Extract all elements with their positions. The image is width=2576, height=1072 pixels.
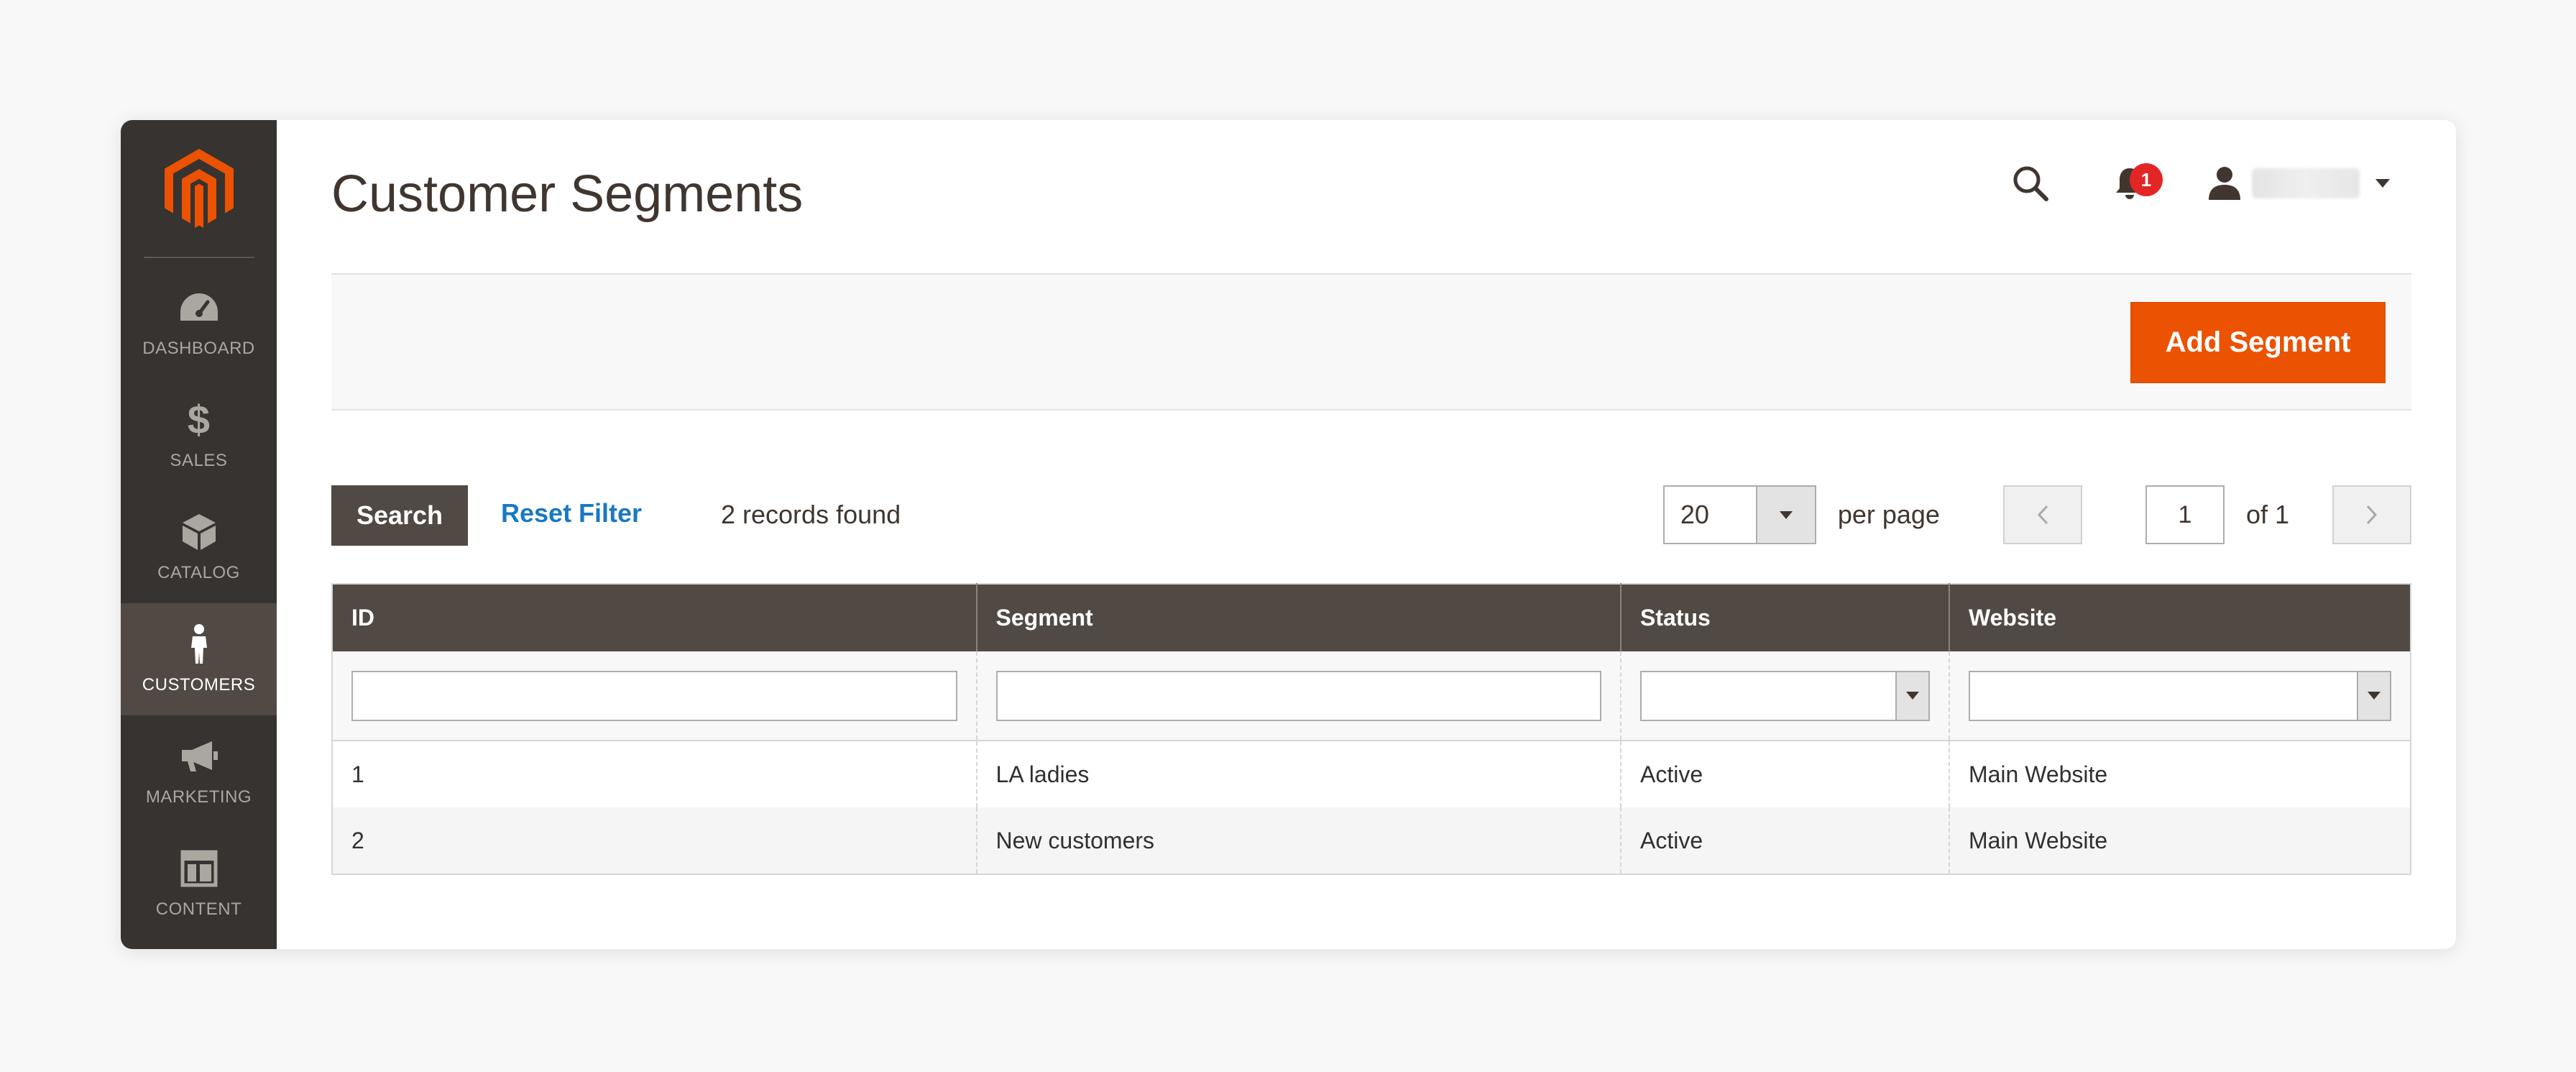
records-found-count: 2 records found: [721, 500, 901, 529]
reset-filter-link[interactable]: Reset Filter: [501, 498, 642, 528]
sidebar-item-label: CUSTOMERS: [142, 675, 256, 695]
chevron-right-icon: [2366, 505, 2378, 525]
page-title: Customer Segments: [331, 165, 804, 223]
magento-logo-icon: [164, 149, 234, 228]
sidebar-item-label: SALES: [170, 451, 228, 470]
user-name-redacted: [2252, 168, 2360, 198]
sidebar-item-customers[interactable]: CUSTOMERS: [121, 603, 277, 715]
per-page-value: 20: [1680, 500, 1709, 529]
logo-divider: [143, 257, 254, 258]
megaphone-icon: [178, 736, 220, 777]
current-page-input[interactable]: [2145, 485, 2225, 544]
header-actions: 1: [2009, 162, 2390, 205]
pager: 20 per page of 1: [1662, 485, 2411, 544]
column-header-status[interactable]: Status: [1620, 584, 1949, 651]
sidebar-item-label: MARKETING: [145, 787, 252, 807]
person-icon: [178, 623, 220, 665]
filter-cell-segment: [975, 651, 1622, 741]
filter-cell-status: [1620, 651, 1949, 741]
cell-segment: New customers: [975, 807, 1622, 874]
cell-website: Main Website: [1948, 807, 2411, 874]
table-header-row: ID Segment Status Website: [332, 584, 2411, 651]
box-icon: [178, 511, 220, 553]
cell-status: Active: [1620, 741, 1949, 807]
cell-id: 2: [332, 807, 977, 874]
total-pages-label: of 1: [2245, 500, 2289, 529]
table-row[interactable]: 2 New customers Active Main Website: [332, 807, 2411, 874]
column-header-id[interactable]: ID: [332, 584, 977, 651]
sidebar-item-label: CONTENT: [155, 899, 242, 919]
search-button[interactable]: Search: [331, 485, 468, 546]
status-filter-select[interactable]: [1640, 670, 1930, 721]
chevron-down-icon: [1755, 487, 1815, 543]
page-header: Customer Segments 1: [331, 120, 2411, 273]
user-account-menu[interactable]: [2207, 165, 2390, 201]
notifications-button[interactable]: 1: [2108, 162, 2163, 205]
sidebar-item-label: DASHBOARD: [142, 339, 255, 358]
layout-icon: [178, 848, 220, 889]
column-header-segment[interactable]: Segment: [975, 584, 1622, 651]
chevron-down-icon: [2375, 179, 2390, 188]
search-icon: [2013, 166, 2048, 201]
column-header-website[interactable]: Website: [1948, 584, 2411, 651]
segments-table: ID Segment Status Website 1 LA ladies Ac…: [331, 583, 2411, 875]
next-page-button[interactable]: [2332, 485, 2411, 544]
website-filter-select[interactable]: [1968, 670, 2391, 721]
notification-count-badge: 1: [2130, 163, 2163, 196]
chevron-left-icon: [2037, 505, 2048, 525]
sidebar-item-dashboard[interactable]: DASHBOARD: [121, 267, 277, 379]
table-row[interactable]: 1 LA ladies Active Main Website: [332, 741, 2411, 807]
sidebar-item-sales[interactable]: $ SALES: [121, 379, 277, 491]
sidebar-item-content[interactable]: CONTENT: [121, 828, 277, 940]
previous-page-button[interactable]: [2002, 485, 2082, 544]
admin-sidebar: DASHBOARD $ SALES CATALOG CUSTOMERS MARK…: [121, 120, 277, 949]
sidebar-item-marketing[interactable]: MARKETING: [121, 715, 277, 828]
dollar-icon: $: [187, 397, 211, 442]
filter-cell-website: [1948, 651, 2411, 741]
chevron-down-icon: [1895, 672, 1928, 720]
cell-segment: LA ladies: [975, 741, 1622, 807]
per-page-select[interactable]: 20: [1662, 485, 1816, 544]
magento-logo[interactable]: [121, 120, 277, 257]
id-filter-input[interactable]: [351, 670, 957, 721]
grid-controls: Search Reset Filter 2 records found 20 p…: [331, 411, 2411, 583]
filter-cell-id: [332, 651, 977, 741]
sidebar-item-catalog[interactable]: CATALOG: [121, 491, 277, 603]
admin-window: DASHBOARD $ SALES CATALOG CUSTOMERS MARK…: [121, 120, 2456, 949]
segment-filter-input[interactable]: [995, 670, 1602, 721]
user-icon: [2209, 167, 2240, 200]
chevron-down-icon: [2357, 672, 2390, 720]
dashboard-gauge-icon: [178, 287, 220, 329]
main-content: Customer Segments 1 Add Segment Search R…: [277, 120, 2456, 949]
page-actions-bar: Add Segment: [331, 273, 2411, 411]
per-page-label: per page: [1837, 500, 1940, 529]
cell-id: 1: [332, 741, 977, 807]
cell-website: Main Website: [1948, 741, 2411, 807]
cell-status: Active: [1620, 807, 1949, 874]
add-segment-button[interactable]: Add Segment: [2130, 302, 2386, 383]
sidebar-item-label: CATALOG: [157, 563, 240, 582]
filter-row: [332, 651, 2411, 741]
global-search-button[interactable]: [2009, 162, 2052, 205]
